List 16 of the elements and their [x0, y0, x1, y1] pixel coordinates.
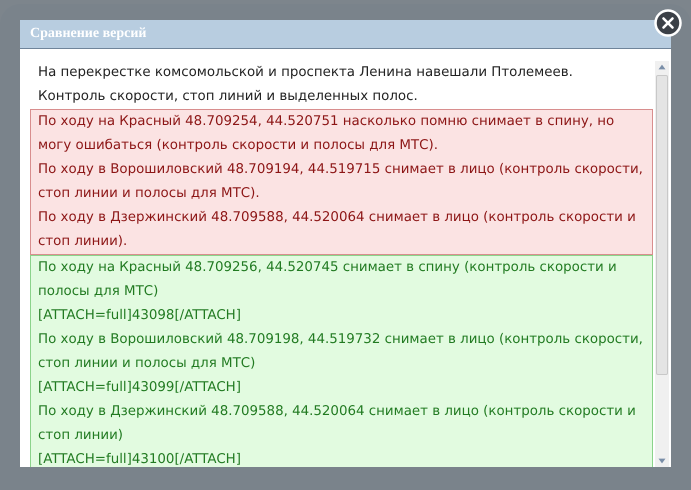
dialog-title: Сравнение версий	[30, 26, 146, 42]
diff-line: По ходу в Ворошиловский 48.709198, 44.519732 снимает в лицо (контроль скорости, стоп линии и полосы для МТС)	[38, 331, 644, 373]
scrollbar[interactable]	[655, 61, 669, 467]
diff-line: По ходу в Дзержинский 48.709588, 44.520064 снимает в лицо (контроль скорости и стоп линии)	[38, 403, 637, 445]
intro-text: Контроль скорости, стоп линий и выделенных полос.	[37, 88, 419, 106]
diff-line: [ATTACH=full]43100[/ATTACH]	[38, 451, 242, 467]
diff-line: По ходу в Ворошиловский 48.709194, 44.519715 снимает в лицо (контроль скорости, стоп линии и полосы для МТС).	[38, 161, 644, 203]
diff-line: [ATTACH=full]43099[/ATTACH]	[38, 379, 242, 397]
scrollbar-thumb[interactable]	[656, 75, 668, 375]
diff-line: [ATTACH=full]43098[/ATTACH]	[38, 307, 242, 325]
close-icon	[654, 9, 682, 37]
diff-line: По ходу на Красный 48.709256, 44.520745 снимает в спину (контроль скорости и полосы для МТС)	[38, 259, 618, 301]
diff-line: По ходу на Красный 48.709254, 44.520751 насколько помню снимает в спину, но могу ошибаться (контроль скорости и полосы для МТС).	[38, 113, 616, 155]
intro-text: На перекрестке комсомольской и проспекта Ленина навешали Птолемеев.	[37, 64, 574, 82]
diff-line: По ходу в Дзержинский 48.709588, 44.520064 снимает в лицо (контроль скорости и стоп линии).	[38, 209, 637, 251]
close-button[interactable]	[653, 8, 683, 38]
